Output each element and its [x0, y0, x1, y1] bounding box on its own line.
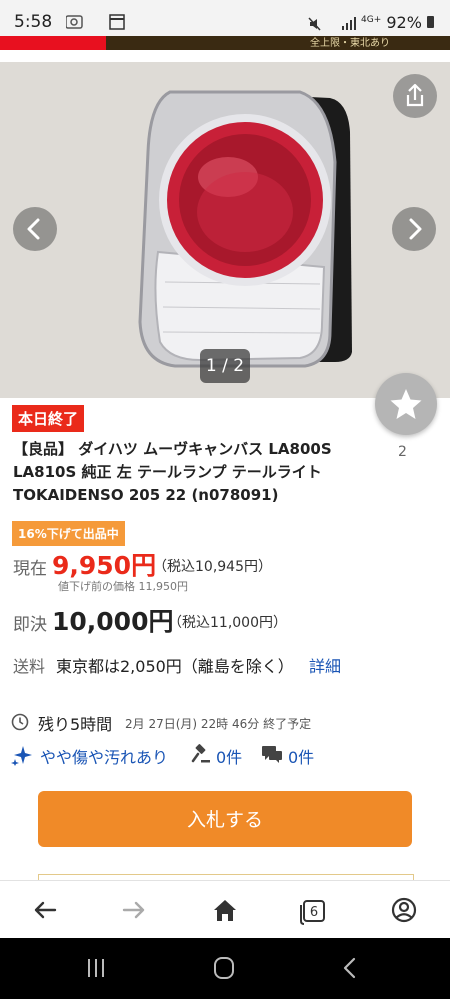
next-image-button[interactable] — [392, 207, 436, 251]
account-icon — [391, 897, 417, 923]
ad-banner[interactable]: 全上限・東北あり — [0, 36, 450, 50]
tabs-button[interactable]: 6 — [295, 895, 335, 925]
arrow-right-icon — [122, 901, 145, 919]
tail-lamp-image — [0, 62, 450, 398]
battery-percent: 92% — [386, 13, 422, 32]
listing-title: 【良品】 ダイハツ ムーヴキャンバス LA800S LA810S 純正 左 テー… — [13, 440, 332, 504]
prev-image-button[interactable] — [13, 207, 57, 251]
question-count[interactable]: 0件 — [288, 744, 314, 768]
home-icon — [214, 900, 236, 921]
shipping-fee: 東京都は2,050円（離島を除く） — [56, 657, 294, 676]
network-type: 4G+ — [361, 15, 382, 25]
recent-apps-button[interactable] — [76, 955, 116, 981]
battery-icon — [427, 16, 434, 28]
buy-now-label: 即決 — [13, 615, 47, 635]
account-button[interactable] — [384, 895, 424, 925]
previous-price: 値下げ前の価格 11,950円 — [58, 580, 188, 593]
shipping-detail-link[interactable]: 詳細 — [309, 653, 341, 677]
recents-icon — [88, 959, 104, 977]
tabs-icon: 6 — [300, 900, 325, 925]
home-button[interactable] — [205, 895, 245, 925]
chat-icon — [261, 744, 283, 768]
current-price-tax: （税込10,945円） — [153, 559, 272, 575]
buy-now-price: 10,000円 — [52, 607, 174, 636]
watch-count: 2 — [398, 444, 407, 460]
star-icon — [390, 389, 422, 419]
banner-text: 全上限・東北あり — [310, 38, 390, 49]
chevron-left-icon — [27, 218, 40, 240]
watch-button[interactable] — [375, 373, 437, 435]
back-button[interactable] — [25, 895, 65, 925]
clock-icon — [11, 713, 29, 731]
share-button[interactable] — [393, 74, 437, 118]
back-chevron-icon — [343, 957, 356, 979]
forward-button[interactable] — [114, 895, 154, 925]
end-time: 2月 27日(月) 22時 46分 終了予定 — [125, 717, 312, 731]
chevron-right-icon — [409, 218, 422, 240]
status-right: 4G+ 92% — [308, 13, 434, 32]
browser-toolbar: 6 — [0, 880, 450, 939]
ending-today-badge: 本日終了 — [12, 405, 85, 432]
tab-count: 6 — [310, 905, 318, 920]
arrow-left-icon — [34, 901, 57, 919]
bid-count[interactable]: 0件 — [216, 744, 242, 768]
product-image-gallery[interactable] — [0, 62, 450, 398]
system-home-button[interactable] — [204, 955, 244, 981]
shipping-label: 送料 — [13, 657, 46, 676]
banner-red-block — [0, 36, 106, 50]
current-price: 9,950円 — [52, 551, 157, 580]
status-time: 5:58 — [14, 12, 53, 32]
system-back-button[interactable] — [330, 955, 370, 981]
share-icon — [406, 83, 424, 107]
notification-icons — [65, 14, 130, 34]
time-remaining: 残り5時間 — [38, 715, 113, 734]
gavel-icon — [191, 744, 211, 768]
current-price-label: 現在 — [13, 559, 47, 579]
buy-now-tax: （税込11,000円） — [168, 615, 287, 631]
item-condition[interactable]: やや傷や汚れあり — [40, 744, 168, 768]
system-navigation-bar — [0, 938, 450, 999]
image-counter: 1 / 2 — [200, 349, 250, 383]
bid-button[interactable]: 入札する — [38, 791, 412, 847]
home-circle-icon — [214, 957, 234, 979]
sparkle-icon — [11, 744, 33, 770]
discount-badge: 16%下げて出品中 — [12, 521, 125, 546]
mute-signal-icons — [308, 16, 356, 31]
